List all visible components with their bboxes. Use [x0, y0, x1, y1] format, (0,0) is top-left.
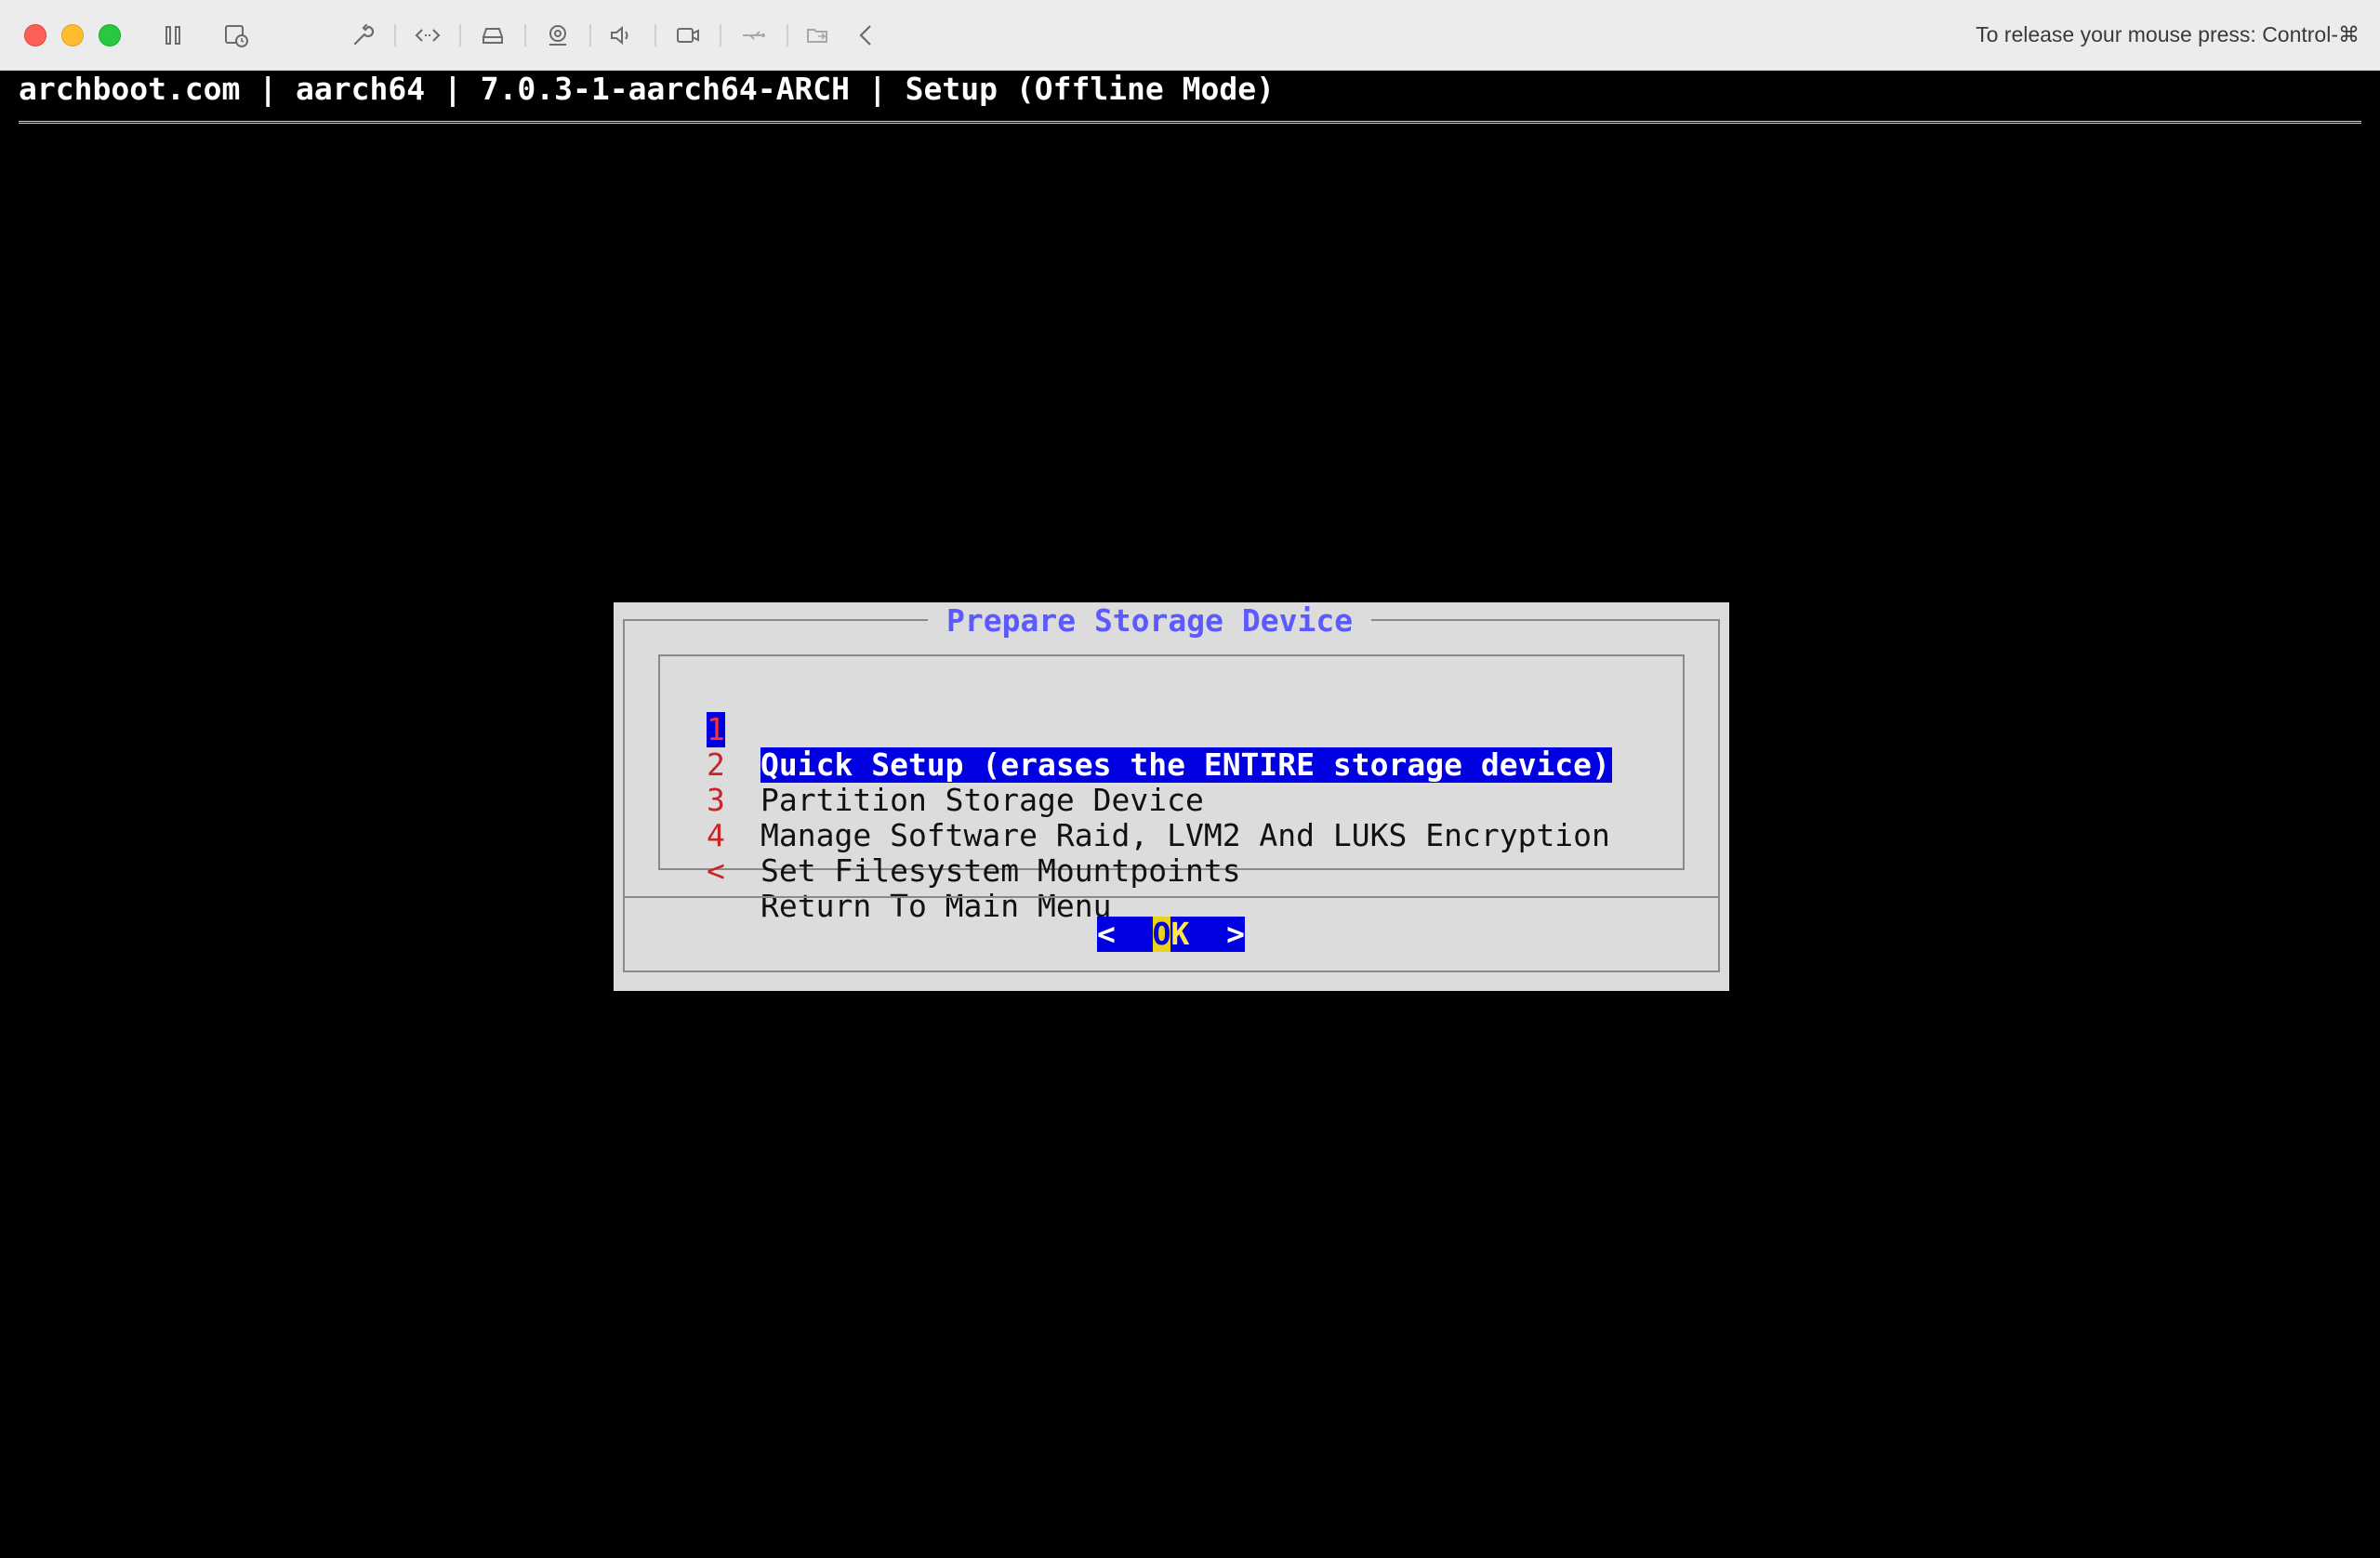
dialog-title: Prepare Storage Device: [928, 602, 1372, 640]
minimize-window-button[interactable]: [61, 24, 84, 46]
ok-button-right-bracket: >: [1189, 916, 1245, 952]
chevron-left-icon[interactable]: [850, 19, 883, 52]
shared-folder-icon[interactable]: [801, 19, 835, 52]
menu-list: 1 Quick Setup (erases the ENTIRE storage…: [658, 654, 1685, 924]
zoom-window-button[interactable]: [99, 24, 121, 46]
settings-wrench-icon[interactable]: [346, 19, 379, 52]
release-mouse-message: To release your mouse press: Control-⌘: [1976, 22, 2360, 46]
ok-button-left-bracket: <: [1097, 916, 1153, 952]
video-camera-icon[interactable]: [671, 19, 705, 52]
ok-button-label: K: [1170, 916, 1190, 952]
menu-item-key: <: [707, 852, 725, 889]
toolbar-separator: [524, 24, 526, 46]
toolbar-separator: [720, 24, 721, 46]
toolbar-separator: [589, 24, 591, 46]
menu-item-set-mountpoints[interactable]: 4 Set Filesystem Mountpoints: [660, 783, 1683, 889]
ok-button[interactable]: < O K >: [1097, 917, 1245, 952]
close-window-button[interactable]: [24, 24, 46, 46]
drive-icon[interactable]: [476, 19, 509, 52]
menu-item-return-main-menu[interactable]: < Return To Main Menu: [660, 818, 1683, 924]
speaker-icon[interactable]: [604, 19, 638, 52]
snapshot-icon[interactable]: [219, 19, 253, 52]
menu-item-manage-raid-lvm-luks[interactable]: 3 Manage Software Raid, LVM2 And LUKS En…: [660, 747, 1683, 853]
code-arrows-icon[interactable]: [411, 19, 444, 52]
terminal-screen[interactable]: archboot.com | aarch64 | 7.0.3-1-aarch64…: [0, 71, 2380, 1558]
toolbar-separator: [459, 24, 461, 46]
menu-item-label: Return To Main Menu: [760, 888, 1112, 924]
toolbar-separator: [394, 24, 396, 46]
usb-icon[interactable]: [736, 19, 770, 52]
menu-item-partition-storage[interactable]: 2 Partition Storage Device: [660, 712, 1683, 818]
camera-capture-icon[interactable]: [541, 19, 575, 52]
setup-header: archboot.com | aarch64 | 7.0.3-1-aarch64…: [19, 71, 1276, 107]
toolbar-separator: [654, 24, 656, 46]
toolbar-separator: [787, 24, 788, 46]
menu-item-label: Set Filesystem Mountpoints: [760, 852, 1241, 889]
pause-icon[interactable]: [156, 19, 190, 52]
button-divider: [623, 896, 1720, 898]
menu-item-quick-setup[interactable]: 1 Quick Setup (erases the ENTIRE storage…: [660, 677, 1683, 783]
header-divider: [19, 121, 2361, 124]
window-toolbar: To release your mouse press: Control-⌘: [0, 0, 2380, 71]
prepare-storage-dialog: Prepare Storage Device 1 Quick Setup (er…: [614, 602, 1729, 991]
ok-button-hotkey: O: [1152, 916, 1171, 952]
